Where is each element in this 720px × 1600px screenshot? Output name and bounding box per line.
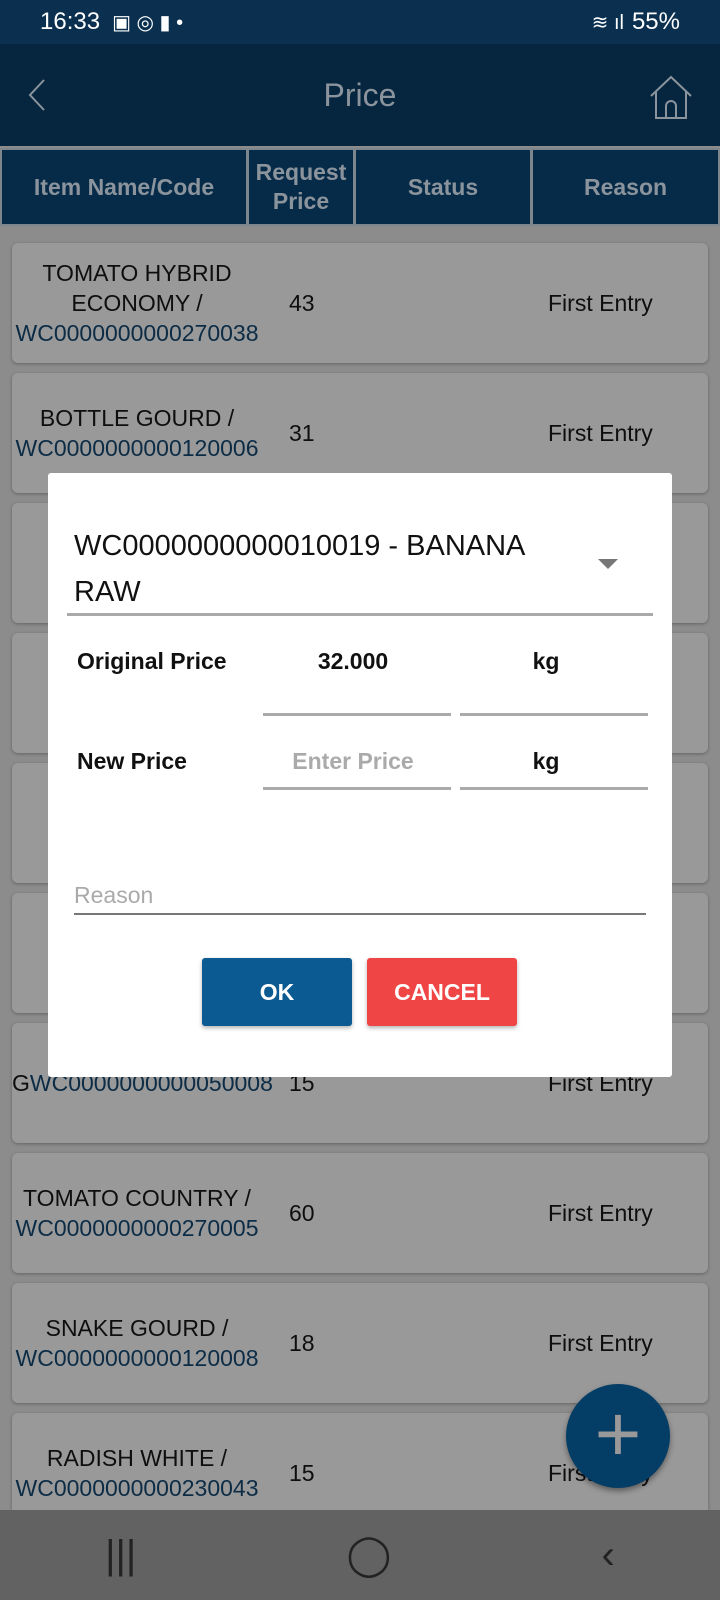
new-price-input[interactable]: Enter Price <box>258 748 448 775</box>
item-name: G <box>12 1070 30 1096</box>
item-name: BOTTLE GOURD / <box>39 405 235 431</box>
divider <box>460 787 648 790</box>
item-code: WC0000000000230043 <box>15 1475 259 1501</box>
divider <box>263 713 451 716</box>
new-price-label: New Price <box>77 748 187 774</box>
request-price: 43 <box>289 289 315 316</box>
table-row[interactable]: TOMATO HYBRID ECONOMY / WC00000000002700… <box>12 243 708 363</box>
home-nav-icon[interactable]: ◯ <box>347 1532 392 1578</box>
item-name-cell: TOMATO COUNTRY / WC0000000000270005 <box>12 1183 262 1243</box>
reason: First Entry <box>548 1199 653 1226</box>
add-button[interactable]: + <box>566 1384 670 1488</box>
home-icon[interactable] <box>648 74 694 120</box>
item-dropdown[interactable]: WC0000000000010019 - BANANA RAW <box>74 523 594 615</box>
column-status: Status <box>356 150 530 224</box>
ok-button[interactable]: OK <box>202 958 352 1026</box>
divider <box>263 787 451 790</box>
request-price: 18 <box>289 1329 315 1356</box>
new-unit[interactable]: kg <box>451 748 641 775</box>
dropdown-arrow-icon[interactable] <box>598 559 618 569</box>
column-request-price: Request Price <box>249 150 353 224</box>
item-name: TOMATO HYBRID ECONOMY / <box>42 260 232 316</box>
system-nav-bar: ||| ◯ ‹ <box>0 1510 720 1600</box>
back-icon[interactable] <box>24 78 54 112</box>
table-header: Item Name/Code Request Price Status Reas… <box>0 148 720 226</box>
item-code: WC0000000000270038 <box>15 320 259 346</box>
reason: First Entry <box>548 419 653 446</box>
request-price: 60 <box>289 1199 315 1226</box>
battery-level: 55% <box>631 8 680 35</box>
request-price: 15 <box>289 1459 315 1486</box>
item-code: WC0000000000120008 <box>15 1345 259 1371</box>
original-unit: kg <box>532 648 560 674</box>
recent-apps-icon[interactable]: ||| <box>105 1533 136 1578</box>
page-title: Price <box>323 76 397 113</box>
reason: First Entry <box>548 289 653 316</box>
item-name-cell: BOTTLE GOURD / WC0000000000120006 <box>12 403 262 463</box>
status-time: 16:33 <box>40 8 101 35</box>
item-name-cell: SNAKE GOURD / WC0000000000120008 <box>12 1313 262 1373</box>
app-header: Price <box>0 44 720 146</box>
column-item-name: Item Name/Code <box>2 150 246 224</box>
item-name: RADISH WHITE / <box>46 1445 228 1471</box>
signal-icon: ≋ ıl <box>591 11 624 34</box>
reason-input[interactable] <box>74 878 646 915</box>
back-nav-icon[interactable]: ‹ <box>602 1533 615 1578</box>
cancel-button[interactable]: CANCEL <box>367 958 517 1026</box>
plus-icon: + <box>594 1389 642 1478</box>
price-change-dialog: WC0000000000010019 - BANANA RAW Original… <box>48 473 672 1077</box>
item-code: WC0000000000120006 <box>15 435 259 461</box>
item-name-cell: RADISH WHITE / WC0000000000230043 <box>12 1443 262 1503</box>
column-reason: Reason <box>533 150 718 224</box>
dropdown-underline <box>67 613 653 616</box>
original-price-value: 32.000 <box>317 648 389 674</box>
item-name-cell: TOMATO HYBRID ECONOMY / WC00000000002700… <box>12 258 262 348</box>
reason: First Entry <box>548 1329 653 1356</box>
original-price-label: Original Price <box>77 648 227 674</box>
table-row[interactable]: TOMATO COUNTRY / WC0000000000270005 60 F… <box>12 1153 708 1273</box>
item-name: TOMATO COUNTRY / <box>23 1185 251 1211</box>
divider <box>460 713 648 716</box>
status-bar: 16:33 ▣ ◎ ▮ • ≋ ıl 55% <box>0 0 720 44</box>
item-code: WC0000000000270005 <box>15 1215 259 1241</box>
item-name: SNAKE GOURD / <box>45 1315 229 1341</box>
request-price: 31 <box>289 419 315 446</box>
notification-icons: ▣ ◎ ▮ • <box>112 11 184 34</box>
